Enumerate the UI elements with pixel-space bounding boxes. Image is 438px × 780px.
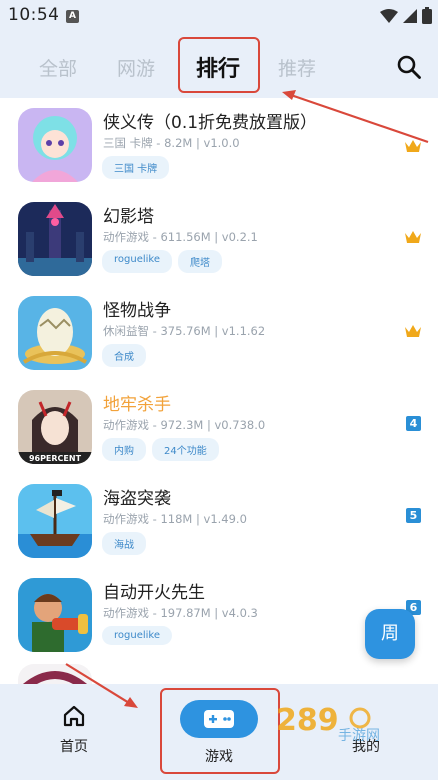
tab-online[interactable]: 网游: [117, 54, 155, 81]
game-tag[interactable]: roguelike: [102, 626, 172, 645]
game-title: 自动开火先生: [103, 583, 205, 603]
game-title: 海盗突袭: [103, 489, 171, 509]
highlight-box-tab: [178, 37, 260, 93]
game-meta: 三国 卡牌 - 8.2M | v1.0.0: [103, 136, 240, 150]
game-tag[interactable]: 内购: [102, 438, 146, 461]
notification-icon: A: [66, 10, 79, 23]
game-tag[interactable]: 爬塔: [178, 250, 222, 273]
ranking-list: 侠义传（0.1折免费放置版） 三国 卡牌 - 8.2M | v1.0.0 三国 …: [0, 98, 438, 684]
crown-icon: [405, 140, 421, 152]
rank-badge: 4: [406, 416, 421, 431]
tag-list: 三国 卡牌: [102, 156, 170, 179]
status-bar: 10:54 A: [0, 0, 438, 34]
nav-home[interactable]: 首页: [48, 704, 100, 756]
game-title: 幻影塔: [103, 207, 154, 227]
crown-icon: [405, 325, 421, 337]
game-thumbnail: [18, 484, 92, 558]
tab-all[interactable]: 全部: [39, 54, 77, 81]
crown-icon: [405, 231, 421, 243]
game-title: 怪物战争: [103, 301, 171, 321]
game-thumbnail: [18, 296, 92, 370]
game-meta: 休闲益智 - 375.76M | v1.1.62: [103, 324, 266, 338]
list-item[interactable]: 96PERCENT 地牢杀手 动作游戏 - 972.3M | v0.738.0 …: [0, 380, 438, 472]
list-item[interactable]: 怪物战争 休闲益智 - 375.76M | v1.1.62 合成: [0, 286, 438, 378]
game-thumbnail: [18, 664, 92, 684]
nav-home-label: 首页: [60, 739, 88, 755]
status-icons: [380, 7, 432, 24]
game-tag[interactable]: 海战: [102, 532, 146, 555]
search-icon[interactable]: [396, 54, 422, 80]
highlight-box-nav: [160, 688, 280, 774]
rank-badge: 5: [406, 508, 421, 523]
list-item[interactable]: 幻影塔 动作游戏 - 611.56M | v0.2.1 roguelike 爬塔: [0, 192, 438, 284]
game-meta: 动作游戏 - 197.87M | v4.0.3: [103, 606, 258, 620]
game-tag[interactable]: roguelike: [102, 250, 172, 273]
game-tag[interactable]: 合成: [102, 344, 146, 367]
weekly-float-button[interactable]: 周: [365, 609, 415, 659]
list-item[interactable]: 侠义传（0.1折免费放置版） 三国 卡牌 - 8.2M | v1.0.0 三国 …: [0, 98, 438, 190]
tag-list: 内购 24个功能: [102, 438, 219, 461]
tag-list: roguelike 爬塔: [102, 250, 222, 273]
home-icon: [63, 705, 85, 727]
game-tag[interactable]: 24个功能: [152, 438, 219, 461]
thumb-caption: 96PERCENT: [29, 454, 82, 463]
game-title: 地牢杀手: [103, 395, 171, 415]
game-meta: 动作游戏 - 118M | v1.49.0: [103, 512, 247, 526]
tag-list: 合成: [102, 344, 146, 367]
game-thumbnail: [18, 202, 92, 276]
status-time: 10:54: [8, 5, 60, 25]
battery-icon: [422, 7, 432, 24]
game-title: 侠义传（0.1折免费放置版）: [103, 113, 318, 133]
game-thumbnail: 96PERCENT: [18, 390, 92, 464]
svg-text:289: 289: [276, 703, 339, 738]
watermark-logo: 289 手游网: [276, 703, 380, 744]
tab-recommend[interactable]: 推荐: [278, 54, 316, 81]
tag-list: 海战: [102, 532, 146, 555]
svg-text:手游网: 手游网: [338, 728, 380, 744]
cellular-icon: [403, 8, 417, 23]
tag-list: roguelike: [102, 626, 172, 645]
game-tag[interactable]: 三国 卡牌: [102, 156, 170, 179]
game-meta: 动作游戏 - 611.56M | v0.2.1: [103, 230, 258, 244]
game-thumbnail: [18, 108, 92, 182]
category-tabs: 全部 网游 排行 推荐: [0, 34, 438, 98]
game-meta: 动作游戏 - 972.3M | v0.738.0: [103, 418, 266, 432]
list-item[interactable]: 海盗突袭 动作游戏 - 118M | v1.49.0 海战 5: [0, 474, 438, 566]
wifi-icon: [380, 8, 398, 23]
list-item[interactable]: [0, 660, 438, 684]
game-thumbnail: [18, 578, 92, 652]
